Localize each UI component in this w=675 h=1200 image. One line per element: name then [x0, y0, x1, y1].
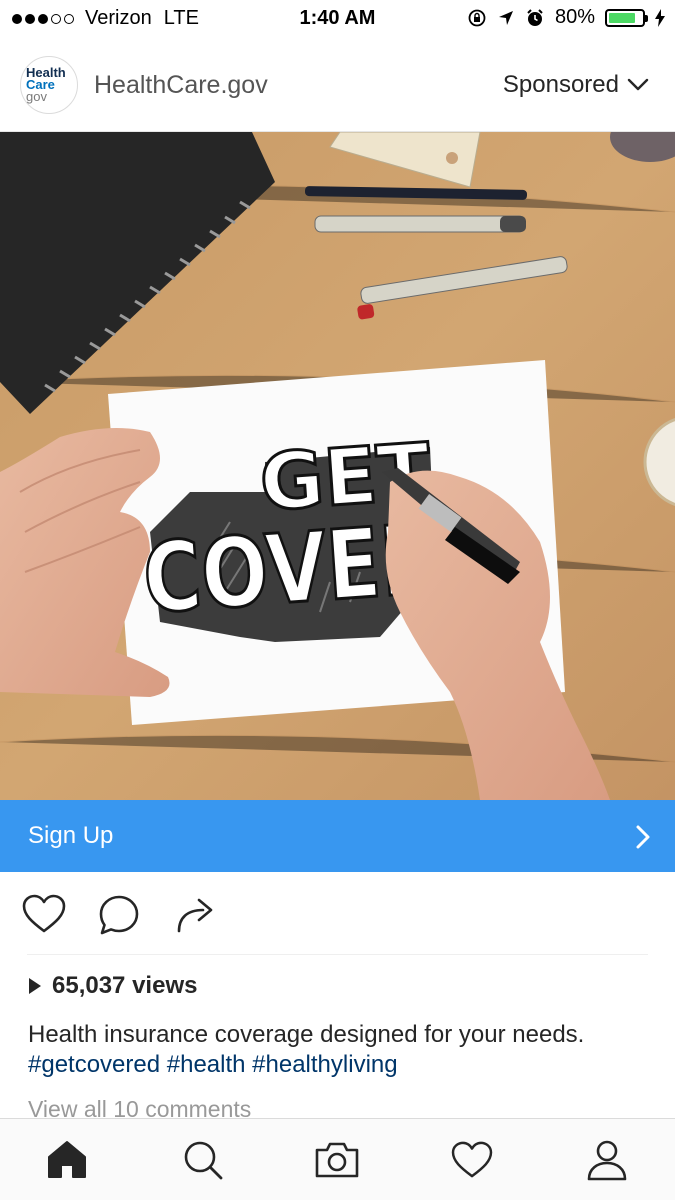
alarm-icon: [525, 8, 545, 28]
account-name-link[interactable]: HealthCare.gov: [94, 71, 268, 100]
search-icon[interactable]: [182, 1139, 224, 1181]
chevron-down-icon: [627, 78, 649, 91]
avatar-line-3: gov: [26, 89, 47, 104]
post-caption: Health insurance coverage designed for y…: [28, 1020, 658, 1080]
comment-bubble-icon[interactable]: [98, 894, 140, 936]
screen-lock-icon: [467, 8, 487, 28]
cta-label: Sign Up: [28, 822, 114, 849]
heart-icon[interactable]: [451, 1141, 493, 1179]
instagram-feed-screen: Verizon LTE 1:40 AM 80% Health Care gov …: [0, 0, 675, 1200]
post-video[interactable]: GET COVER: [0, 132, 675, 800]
pen-gray: [314, 215, 526, 233]
caption-hashtags[interactable]: #getcovered #health #healthyliving: [28, 1050, 658, 1080]
video-frame: GET COVER: [0, 132, 675, 800]
play-icon: [29, 978, 41, 994]
charging-bolt-icon: [655, 8, 665, 27]
bottom-tab-bar: [0, 1118, 675, 1200]
like-heart-icon[interactable]: [22, 894, 66, 934]
post-header: Health Care gov HealthCare.gov Sponsored: [0, 38, 675, 132]
location-arrow-icon: [497, 9, 515, 27]
battery-icon: [605, 8, 648, 27]
views-text: 65,037 views: [52, 972, 198, 999]
share-arrow-icon[interactable]: [175, 896, 215, 934]
sponsored-label: Sponsored: [502, 71, 619, 98]
camera-icon[interactable]: [314, 1141, 360, 1179]
view-count[interactable]: 65,037 views: [28, 972, 197, 1000]
post-actions: [0, 872, 675, 954]
sign-up-cta[interactable]: Sign Up: [0, 800, 675, 872]
chevron-right-icon: [636, 825, 650, 849]
sponsored-menu[interactable]: Sponsored: [503, 71, 649, 99]
home-icon[interactable]: [46, 1139, 88, 1179]
profile-icon[interactable]: [586, 1139, 628, 1181]
status-bar: Verizon LTE 1:40 AM 80%: [0, 0, 675, 38]
battery-percent: 80%: [554, 6, 595, 28]
avatar[interactable]: Health Care gov: [20, 56, 78, 114]
actions-divider: [27, 954, 648, 955]
caption-text: Health insurance coverage designed for y…: [28, 1021, 585, 1048]
status-right: 80%: [457, 6, 665, 29]
